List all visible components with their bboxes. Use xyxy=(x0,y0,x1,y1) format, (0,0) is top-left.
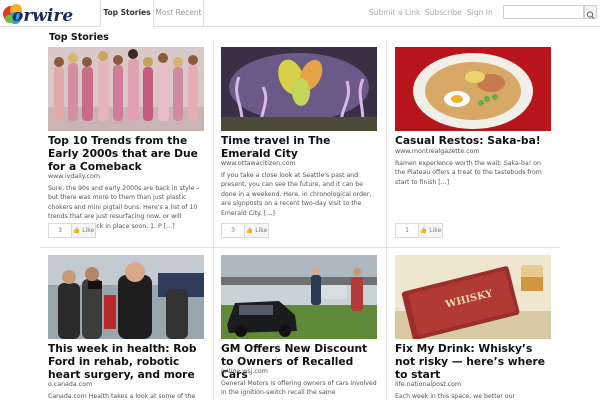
story-title[interactable]: Casual Restos: Saka-ba! xyxy=(395,134,555,147)
like-label: Like xyxy=(429,227,442,234)
sign-in-link[interactable]: Sign In xyxy=(467,0,493,26)
search-button[interactable] xyxy=(584,5,597,19)
story-source[interactable]: life.nationalpost.com xyxy=(395,381,461,388)
tab-top-stories[interactable]: Top Stories xyxy=(100,0,153,27)
thumbs-up-icon: 👍 xyxy=(245,227,254,234)
story-image[interactable] xyxy=(221,255,377,339)
story-excerpt: General Motors is offering owners of car… xyxy=(221,380,377,397)
story-source[interactable]: www.ottawacitizen.com xyxy=(221,160,296,167)
glass-sculpture-photo xyxy=(221,47,377,131)
story-image[interactable] xyxy=(48,47,204,131)
column-divider xyxy=(386,40,387,400)
story-source[interactable]: online.wsj.com xyxy=(221,368,268,375)
story-image[interactable] xyxy=(221,47,377,131)
like-widget[interactable]: 3 👍 Like xyxy=(48,223,96,238)
column-divider xyxy=(213,40,214,400)
like-count: 1 xyxy=(395,223,419,238)
like-widget[interactable]: 1 👍 Like xyxy=(395,223,443,238)
story-title[interactable]: Time travel in The Emerald City xyxy=(221,134,381,160)
tab-most-recent[interactable]: Most Recent xyxy=(153,0,204,27)
like-label: Like xyxy=(82,227,95,234)
story-image[interactable] xyxy=(395,47,551,131)
story-title[interactable]: Fix My Drink: Whisky’s not risky — here’… xyxy=(395,342,555,381)
story-excerpt: Ramen experience worth the wait: Saka-ba… xyxy=(395,160,542,186)
search-icon xyxy=(586,11,595,19)
like-widget[interactable]: 3 👍 Like xyxy=(221,223,269,238)
like-button[interactable]: 👍 Like xyxy=(245,223,269,238)
subscribe-link[interactable]: Subscribe xyxy=(425,0,462,26)
ramen-bowl-photo xyxy=(395,47,551,131)
logo-text: orwire xyxy=(12,6,73,26)
story-excerpt: Canada.com Health takes a look at some o… xyxy=(48,393,196,400)
story-title[interactable]: GM Offers New Discount to Owners of Reca… xyxy=(221,342,381,381)
story-excerpt: Each week in this space, we better our xyxy=(395,393,516,400)
thumbs-up-icon: 👍 xyxy=(72,227,81,234)
site-logo[interactable]: orwire xyxy=(2,1,98,27)
section-title: Top Stories xyxy=(49,32,109,43)
car-lot-photo xyxy=(221,255,377,339)
story-image[interactable] xyxy=(48,255,204,339)
story-title[interactable]: This week in health: Rob Ford in rehab, … xyxy=(48,342,208,381)
whisky-book-photo: WHISKY xyxy=(395,255,551,339)
search-input[interactable] xyxy=(503,5,584,19)
top-navigation-bar: orwire Top Stories Most Recent Submit a … xyxy=(0,0,600,27)
thumbs-up-icon: 👍 xyxy=(419,227,428,234)
like-button[interactable]: 👍 Like xyxy=(419,223,443,238)
story-excerpt: If you take a close look at Seattle's pa… xyxy=(221,172,372,217)
row-divider xyxy=(40,247,560,248)
like-button[interactable]: 👍 Like xyxy=(72,223,96,238)
group-of-women-photo xyxy=(48,47,204,131)
story-title[interactable]: Top 10 Trends from the Early 2000s that … xyxy=(48,134,208,173)
story-source[interactable]: www.ivdaily.com xyxy=(48,173,100,180)
story-source[interactable]: www.montrealgazette.com xyxy=(395,148,480,155)
like-count: 3 xyxy=(221,223,245,238)
story-image[interactable]: WHISKY xyxy=(395,255,551,339)
story-source[interactable]: o.canada.com xyxy=(48,381,92,388)
submit-link[interactable]: Submit a Link xyxy=(369,0,420,26)
press-scrum-photo xyxy=(48,255,204,339)
like-count: 3 xyxy=(48,223,72,238)
like-label: Like xyxy=(255,227,268,234)
